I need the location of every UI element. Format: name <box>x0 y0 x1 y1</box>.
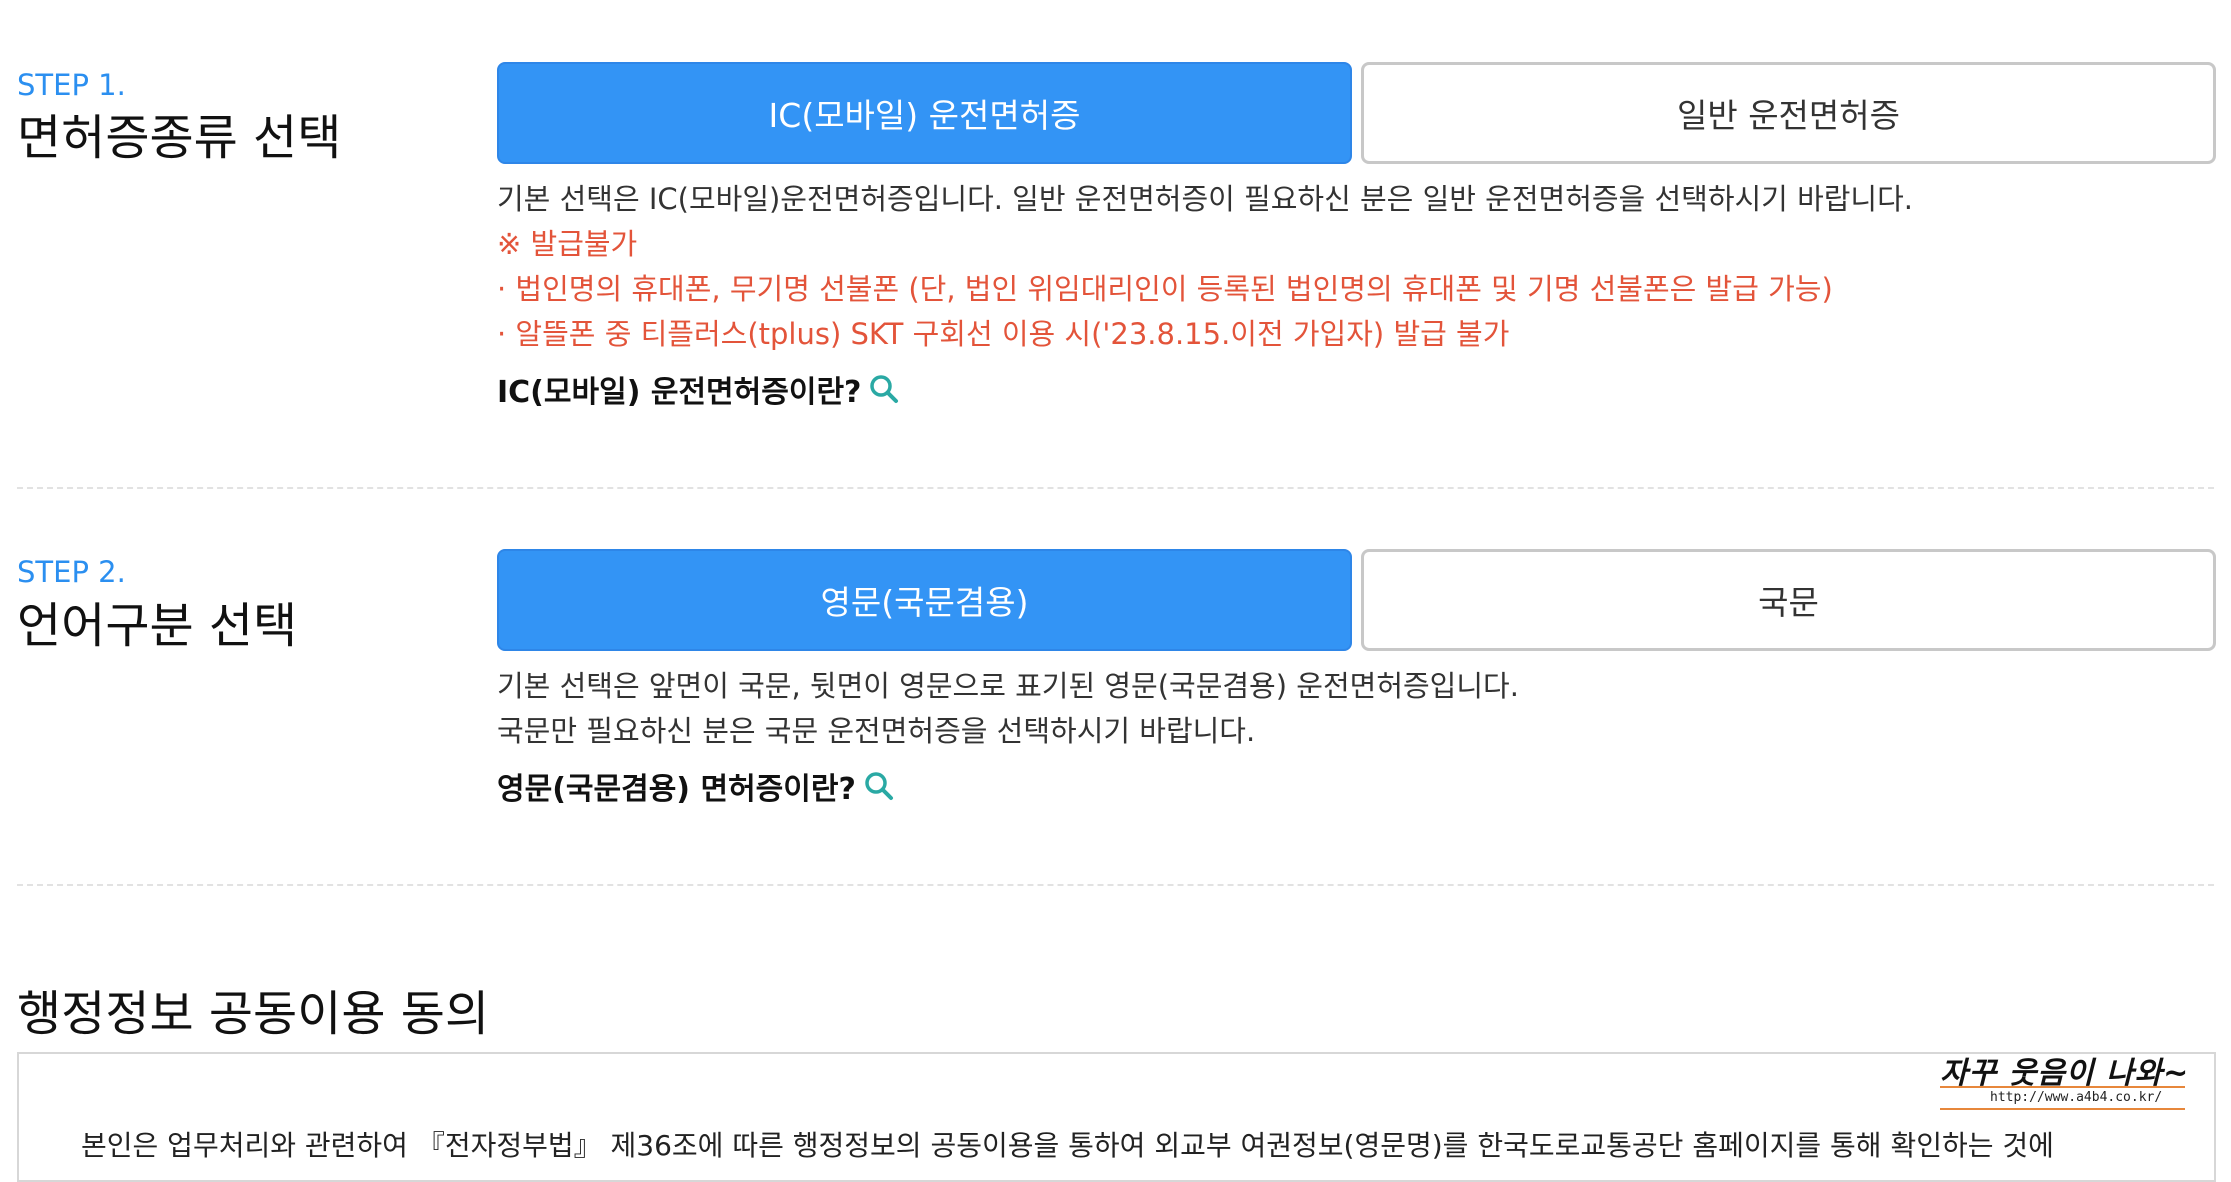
english-license-info-link[interactable]: 영문(국문겸용) 면허증이란? <box>497 764 894 808</box>
watermark-line-top <box>1940 1086 2185 1088</box>
search-icon <box>865 772 893 800</box>
step1-label: STEP 1. <box>17 68 126 102</box>
step1-notice-item-2: · 알뜰폰 중 티플러스(tplus) SKT 구회선 이용 시('23.8.1… <box>497 317 1510 351</box>
license-type-general-button[interactable]: 일반 운전면허증 <box>1361 62 2216 164</box>
consent-section-title: 행정정보 공동이용 동의 <box>17 986 490 1042</box>
language-english-button[interactable]: 영문(국문겸용) <box>497 549 1352 651</box>
step1-description: 기본 선택은 IC(모바일)운전면허증입니다. 일반 운전면허증이 필요하신 분… <box>497 182 1914 216</box>
search-icon <box>870 375 899 403</box>
step1-title: 면허증종류 선택 <box>17 110 342 166</box>
section-divider <box>17 487 2214 489</box>
ic-license-info-link[interactable]: IC(모바일) 운전면허증이란? <box>497 367 899 411</box>
license-type-ic-mobile-label: IC(모바일) 운전면허증 <box>768 96 1081 135</box>
license-type-ic-mobile-button[interactable]: IC(모바일) 운전면허증 <box>497 62 1352 164</box>
watermark-line-bottom <box>1940 1108 2185 1110</box>
step2-description-2: 국문만 필요하신 분은 국문 운전면허증을 선택하시기 바랍니다. <box>497 714 1256 748</box>
language-korean-label: 국문 <box>1758 583 1819 622</box>
consent-text: 본인은 업무처리와 관련하여 『전자정부법』 제36조에 따른 행정정보의 공동… <box>81 1129 2054 1162</box>
section-divider <box>17 884 2214 886</box>
consent-box[interactable]: 본인은 업무처리와 관련하여 『전자정부법』 제36조에 따른 행정정보의 공동… <box>17 1052 2216 1182</box>
english-license-info-label: 영문(국문겸용) 면허증이란? <box>497 772 856 807</box>
step2-label: STEP 2. <box>17 555 126 589</box>
step2-description-1: 기본 선택은 앞면이 국문, 뒷면이 영문으로 표기된 영문(국문겸용) 운전면… <box>497 669 1519 703</box>
ic-license-info-label: IC(모바일) 운전면허증이란? <box>497 375 862 410</box>
license-type-general-label: 일반 운전면허증 <box>1676 96 1900 135</box>
step2-title: 언어구분 선택 <box>17 598 298 654</box>
watermark-url: http://www.a4b4.co.kr/ <box>1990 1090 2163 1105</box>
watermark-logo: 자꾸 웃음이 나와~ http://www.a4b4.co.kr/ <box>1940 1048 2188 1112</box>
step1-notice-title: ※ 발급불가 <box>497 227 638 261</box>
language-korean-button[interactable]: 국문 <box>1361 549 2216 651</box>
step1-notice-item-1: · 법인명의 휴대폰, 무기명 선불폰 (단, 법인 위임대리인이 등록된 법인… <box>497 272 1833 306</box>
language-english-label: 영문(국문겸용) <box>820 583 1029 622</box>
